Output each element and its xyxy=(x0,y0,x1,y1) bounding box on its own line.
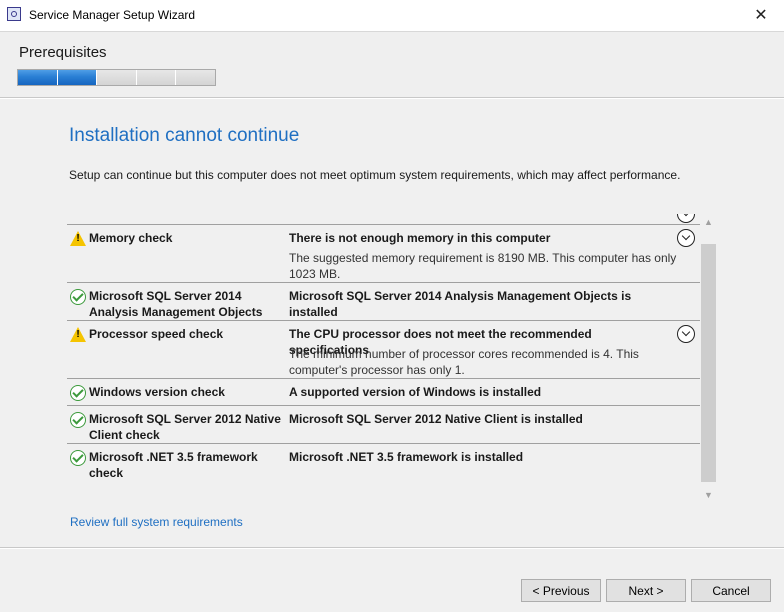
previous-button[interactable]: < Previous xyxy=(521,579,601,602)
wizard-header: Prerequisites xyxy=(0,32,784,98)
checklist-scrollbar[interactable]: ▲ ▼ xyxy=(700,214,717,504)
check-circle-icon xyxy=(70,385,86,401)
partial-row xyxy=(67,214,700,225)
progress-segment xyxy=(18,70,58,85)
review-requirements-link[interactable]: Review full system requirements xyxy=(70,515,243,529)
progress-segment xyxy=(97,70,137,85)
check-name: Microsoft .NET 3.5 framework check xyxy=(89,450,258,480)
chevron-down-icon[interactable] xyxy=(677,229,695,247)
step-title: Prerequisites xyxy=(19,44,107,61)
scroll-up-icon[interactable]: ▲ xyxy=(700,214,717,231)
header-divider xyxy=(0,97,784,99)
warning-icon: ! xyxy=(70,327,86,343)
wizard-progress-bar xyxy=(17,69,216,86)
chevron-down-icon[interactable] xyxy=(677,325,695,343)
close-button[interactable]: ✕ xyxy=(738,0,784,31)
check-detail: The minimum number of processor cores re… xyxy=(289,347,639,377)
check-name: Microsoft SQL Server 2012 Native Client … xyxy=(89,412,281,442)
scroll-thumb[interactable] xyxy=(701,244,716,482)
app-icon xyxy=(7,7,21,21)
window-title: Service Manager Setup Wizard xyxy=(29,8,196,22)
cancel-button[interactable]: Cancel xyxy=(691,579,771,602)
check-row-windows: Windows version check A supported versio… xyxy=(67,379,700,406)
prerequisite-checklist: ! Memory check There is not enough memor… xyxy=(67,214,700,504)
next-button[interactable]: Next > xyxy=(606,579,686,602)
progress-segment xyxy=(136,70,177,85)
progress-segment xyxy=(176,70,215,85)
check-name: Memory check xyxy=(89,231,173,245)
check-name: Windows version check xyxy=(89,385,225,399)
page-description: Setup can continue but this computer doe… xyxy=(69,168,681,182)
page-title: Installation cannot continue xyxy=(69,125,300,146)
check-detail: The suggested memory requirement is 8190… xyxy=(289,251,677,281)
footer-divider xyxy=(0,547,784,549)
chevron-down-icon[interactable] xyxy=(677,214,695,223)
check-row-sql2012-native-client: Microsoft SQL Server 2012 Native Client … xyxy=(67,406,700,444)
check-row-sql2014-amo: Microsoft SQL Server 2014 Analysis Manag… xyxy=(67,283,700,321)
check-result: A supported version of Windows is instal… xyxy=(289,385,542,399)
title-bar: Service Manager Setup Wizard ✕ xyxy=(0,0,784,32)
check-row-dotnet35: Microsoft .NET 3.5 framework check Micro… xyxy=(67,444,700,484)
check-circle-icon xyxy=(70,450,86,466)
check-row-memory: ! Memory check There is not enough memor… xyxy=(67,225,700,283)
check-result: There is not enough memory in this compu… xyxy=(289,231,551,245)
progress-segment xyxy=(57,70,98,85)
check-row-processor: ! Processor speed check The CPU processo… xyxy=(67,321,700,379)
check-result: Microsoft SQL Server 2014 Analysis Manag… xyxy=(289,289,632,319)
check-name: Microsoft SQL Server 2014 Analysis Manag… xyxy=(89,289,263,319)
warning-icon: ! xyxy=(70,231,86,247)
scroll-down-icon[interactable]: ▼ xyxy=(700,487,717,504)
check-result: Microsoft .NET 3.5 framework is installe… xyxy=(289,450,524,464)
check-result: Microsoft SQL Server 2012 Native Client … xyxy=(289,412,583,426)
check-circle-icon xyxy=(70,289,86,305)
check-name: Processor speed check xyxy=(89,327,224,341)
check-circle-icon xyxy=(70,412,86,428)
